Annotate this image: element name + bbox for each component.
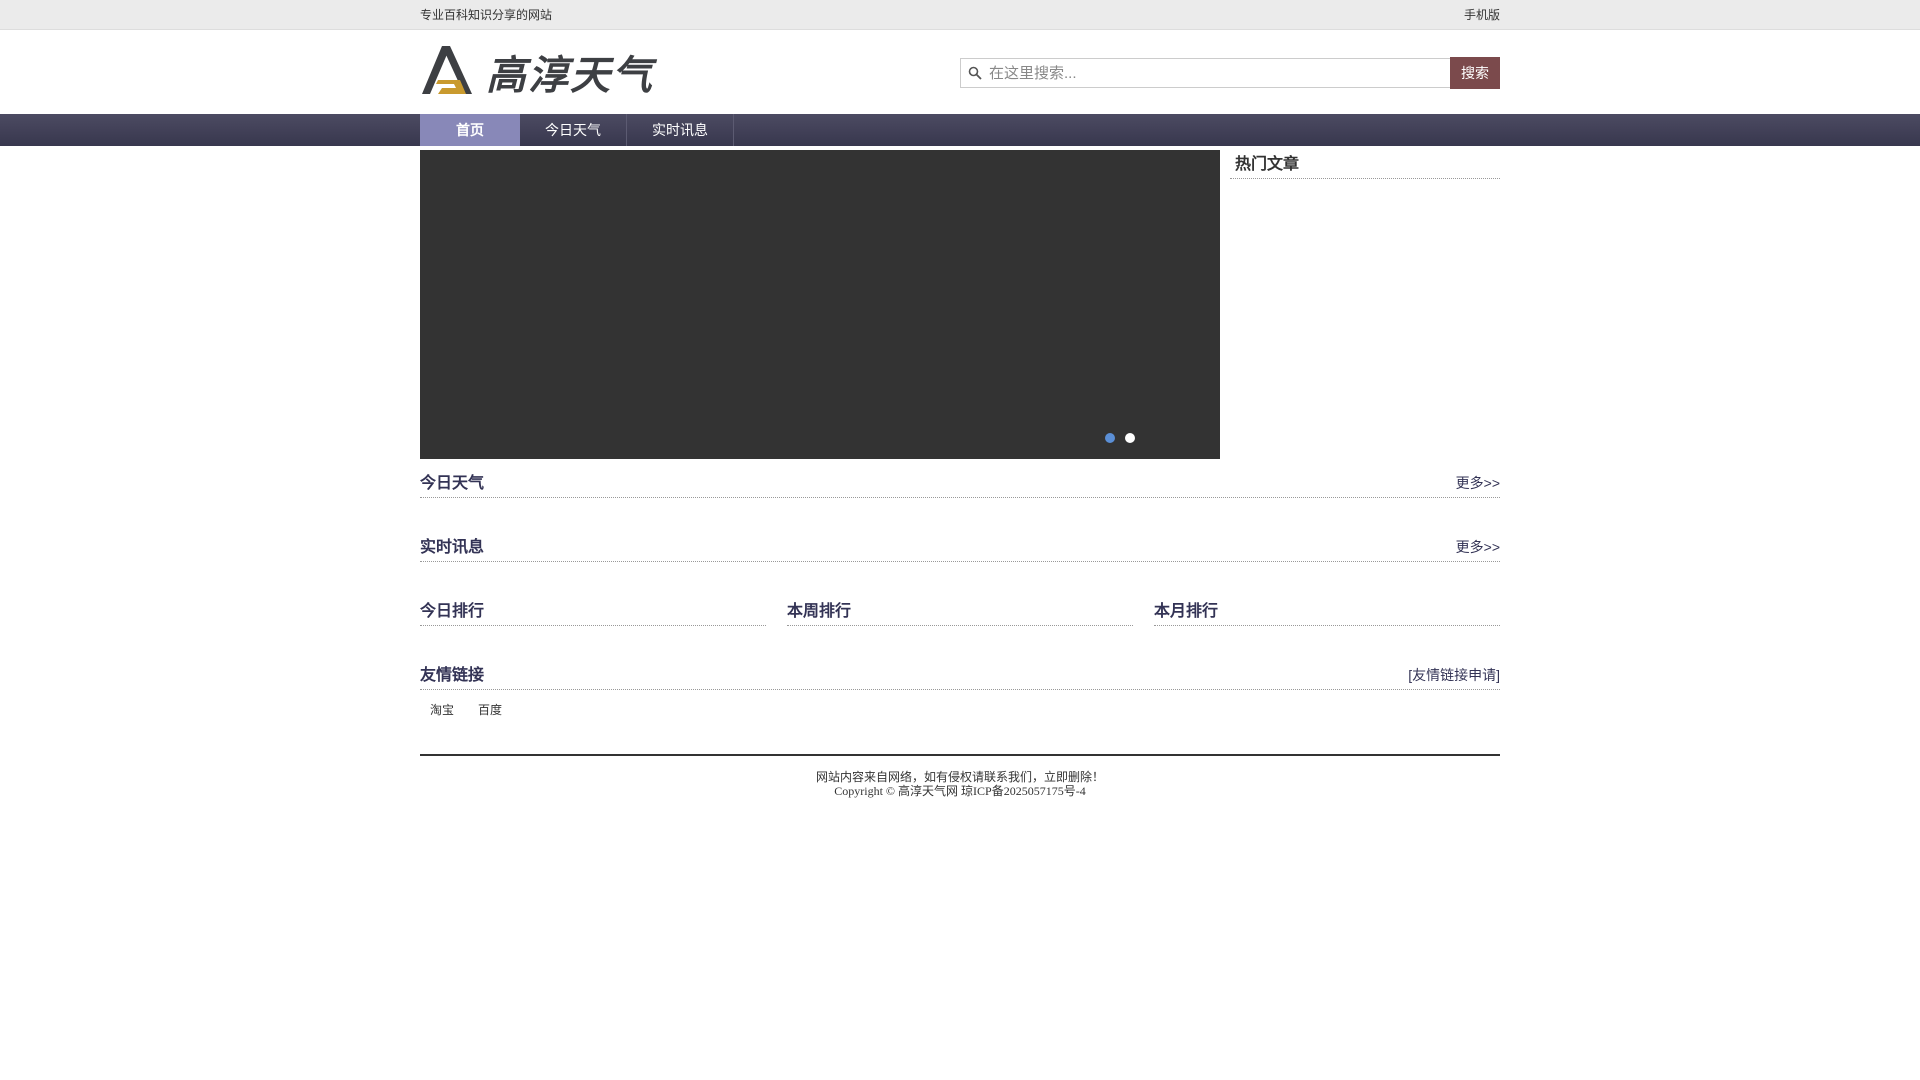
header: 高淳天气 搜索 — [0, 30, 1920, 114]
search-button[interactable]: 搜索 — [1450, 57, 1500, 89]
main-nav: 首页 今日天气 实时讯息 — [0, 114, 1920, 146]
rank-title: 今日排行 — [420, 603, 485, 620]
slider-dots — [1105, 433, 1135, 443]
friend-links-section: 友情链接 [友情链接申请] 淘宝 百度 — [420, 661, 1500, 718]
site-slogan: 专业百科知识分享的网站 — [420, 8, 553, 22]
hot-articles-title: 热门文章 — [1230, 150, 1500, 179]
main-content: 热门文章 今日天气 更多>> 实时讯息 更多>> 今日排行 本周排行 本月排行 — [420, 150, 1500, 798]
link-apply[interactable]: [友情链接申请] — [1408, 665, 1500, 685]
rank-day: 今日排行 — [420, 597, 766, 651]
search-input[interactable] — [989, 60, 1450, 86]
today-weather-section: 今日天气 更多>> — [420, 469, 1500, 523]
rank-month: 本月排行 — [1154, 597, 1500, 651]
hot-articles: 热门文章 — [1230, 150, 1500, 459]
mobile-version-link[interactable]: 手机版 — [1464, 6, 1500, 23]
search-box — [960, 58, 1450, 88]
footer-notice: 网站内容来自网络，如有侵权请联系我们，立即删除！ — [815, 770, 1104, 784]
footer-copyright: Copyright © 高淳天气网 琼ICP备2025057175号-4 — [834, 784, 1086, 798]
nav-item-live-news[interactable]: 实时讯息 — [627, 114, 734, 146]
rank-title: 本月排行 — [1154, 603, 1219, 620]
more-link[interactable]: 更多>> — [1456, 537, 1500, 557]
rankings: 今日排行 本周排行 本月排行 — [420, 597, 1500, 651]
section-title: 今日天气 — [420, 475, 485, 492]
search-icon — [961, 66, 989, 80]
slider-dot-1[interactable] — [1105, 433, 1115, 443]
nav-item-home[interactable]: 首页 — [420, 114, 520, 146]
top-bar: 专业百科知识分享的网站 手机版 — [0, 0, 1920, 30]
slider-dot-2[interactable] — [1125, 433, 1135, 443]
friend-link[interactable]: 淘宝 — [430, 701, 454, 718]
rank-week: 本周排行 — [787, 597, 1133, 651]
section-title: 实时讯息 — [420, 539, 485, 556]
friend-link[interactable]: 百度 — [478, 701, 502, 718]
footer: 网站内容来自网络，如有侵权请联系我们，立即删除！ Copyright © 高淳天… — [420, 754, 1500, 798]
logo-icon — [422, 46, 472, 94]
more-link[interactable]: 更多>> — [1456, 473, 1500, 493]
site-logo[interactable]: 高淳天气 — [420, 42, 654, 102]
site-name: 高淳天气 — [486, 54, 654, 98]
image-slider[interactable] — [420, 150, 1220, 459]
search-bar: 搜索 — [960, 57, 1500, 89]
rank-title: 本周排行 — [787, 603, 852, 620]
live-news-section: 实时讯息 更多>> — [420, 533, 1500, 587]
nav-item-today-weather[interactable]: 今日天气 — [520, 114, 627, 146]
section-title: 友情链接 — [420, 667, 485, 684]
